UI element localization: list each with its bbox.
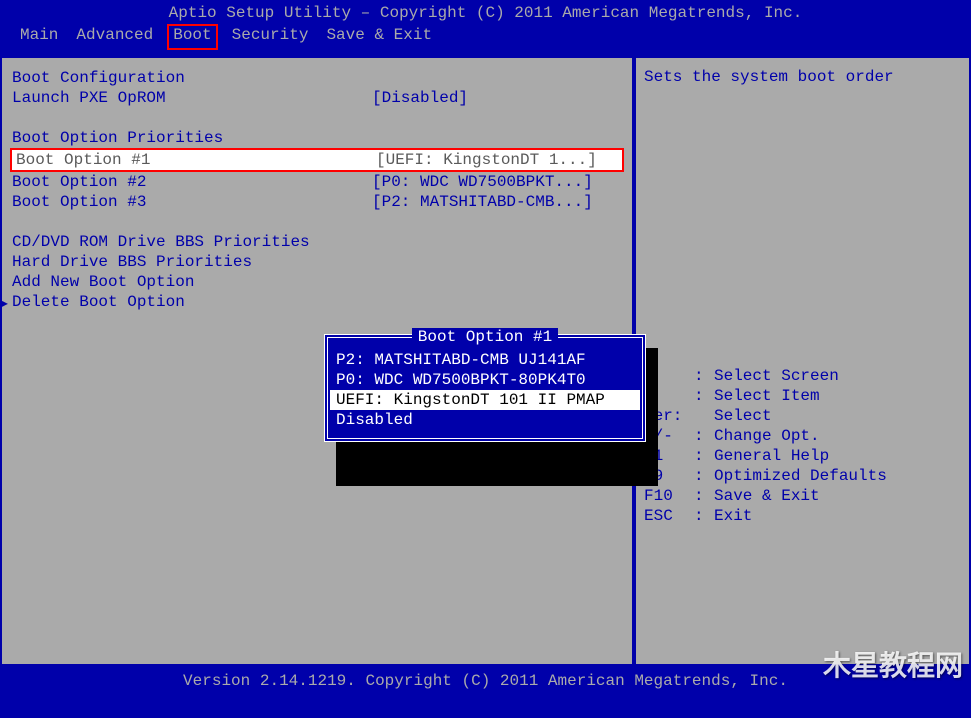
boot-config-title: Boot Configuration [8,68,626,88]
key-optimized-defaults: F9:Optimized Defaults [644,466,961,486]
menu-security[interactable]: Security [232,26,309,48]
add-new-boot-option[interactable]: Add New Boot Option [8,272,626,292]
popup-item-3[interactable]: Disabled [330,410,640,430]
boot-option-popup: Boot Option #1 P2: MATSHITABD-CMB UJ141A… [324,334,646,442]
bios-title-bar: Aptio Setup Utility – Copyright (C) 2011… [0,0,971,24]
watermark-text: 木星教程网 [823,644,963,684]
help-panel: Sets the system boot order :Select Scree… [634,56,971,666]
delete-boot-option[interactable]: ▸ Delete Boot Option [8,292,626,312]
key-save-exit: F10:Save & Exit [644,486,961,506]
menu-advanced[interactable]: Advanced [76,26,153,48]
popup-title: Boot Option #1 [330,328,640,346]
key-select-screen: :Select Screen [644,366,961,386]
boot-option-3[interactable]: Boot Option #3 [P2: MATSHITABD-CMB...] [8,192,626,212]
hard-drive-bbs-priorities[interactable]: Hard Drive BBS Priorities [8,252,626,272]
menu-bar: Main Advanced Boot Security Save & Exit [0,24,971,54]
content-area: Boot Configuration Launch PXE OpROM [Dis… [0,54,971,666]
settings-panel: Boot Configuration Launch PXE OpROM [Dis… [0,56,634,666]
popup-item-1[interactable]: P0: WDC WD7500BPKT-80PK4T0 [330,370,640,390]
key-general-help: F1:General Help [644,446,961,466]
popup-item-0[interactable]: P2: MATSHITABD-CMB UJ141AF [330,350,640,370]
key-change-opt: +/-:Change Opt. [644,426,961,446]
key-esc-exit: ESC:Exit [644,506,961,526]
key-select-item: :Select Item [644,386,961,406]
help-description: Sets the system boot order [644,68,961,86]
menu-boot[interactable]: Boot [167,24,217,50]
triangle-right-icon: ▸ [0,293,10,313]
key-enter-select: ter:Select [644,406,961,426]
cddvd-bbs-priorities[interactable]: CD/DVD ROM Drive BBS Priorities [8,232,626,252]
menu-main[interactable]: Main [20,26,58,48]
bios-title: Aptio Setup Utility – Copyright (C) 2011… [169,4,803,22]
popup-item-2[interactable]: UEFI: KingstonDT 101 II PMAP [330,390,640,410]
boot-option-1[interactable]: Boot Option #1 [UEFI: KingstonDT 1...] [10,148,624,172]
launch-pxe-oprom[interactable]: Launch PXE OpROM [Disabled] [8,88,626,108]
footer-text: Version 2.14.1219. Copyright (C) 2011 Am… [183,672,788,690]
boot-priorities-title: Boot Option Priorities [8,128,626,148]
key-legend: :Select Screen :Select Item ter:Select +… [644,366,961,526]
boot-option-2[interactable]: Boot Option #2 [P0: WDC WD7500BPKT...] [8,172,626,192]
menu-save-exit[interactable]: Save & Exit [326,26,432,48]
